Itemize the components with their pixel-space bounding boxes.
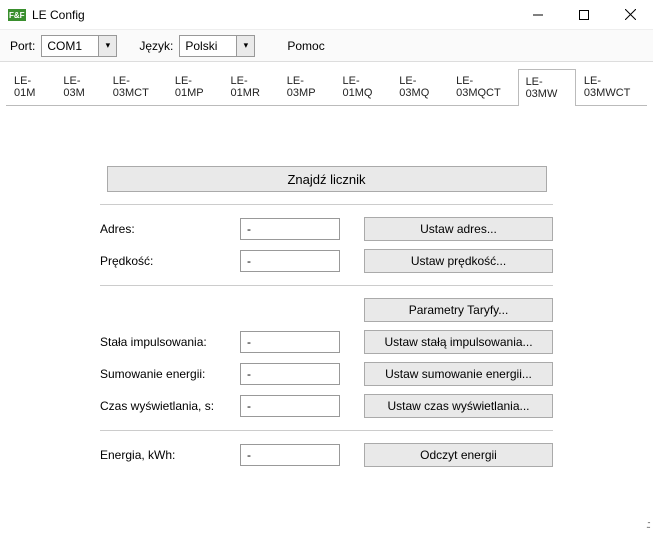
app-logo-icon: F&F — [8, 8, 26, 22]
chevron-down-icon[interactable]: ▾ — [237, 35, 255, 57]
pulse-const-label: Stała impulsowania: — [100, 335, 230, 349]
display-time-input[interactable] — [240, 395, 340, 417]
row-pulse-const: Stała impulsowania: Ustaw stałą impulsow… — [100, 330, 553, 354]
row-display-time: Czas wyświetlania, s: Ustaw czas wyświet… — [100, 394, 553, 418]
tab-le-01mq[interactable]: LE-01MQ — [335, 68, 392, 105]
resize-grip-icon[interactable]: .:: — [646, 519, 649, 531]
window-title: LE Config — [32, 8, 85, 22]
tab-le-01mr[interactable]: LE-01MR — [223, 68, 279, 105]
help-menu[interactable]: Pomoc — [287, 39, 324, 53]
maximize-button[interactable] — [561, 0, 607, 30]
maximize-icon — [579, 10, 589, 20]
speed-label: Prędkość: — [100, 254, 230, 268]
set-pulse-const-button[interactable]: Ustaw stałą impulsowania... — [364, 330, 553, 354]
energy-sum-label: Sumowanie energii: — [100, 367, 230, 381]
row-speed: Prędkość: Ustaw prędkość... — [100, 249, 553, 273]
port-label: Port: — [10, 39, 35, 53]
port-combo[interactable]: ▾ — [41, 35, 117, 57]
toolbar: Port: ▾ Język: ▾ Pomoc — [0, 30, 653, 62]
energy-label: Energia, kWh: — [100, 448, 230, 462]
row-address: Adres: Ustaw adres... — [100, 217, 553, 241]
minimize-icon — [533, 10, 543, 20]
address-label: Adres: — [100, 222, 230, 236]
close-button[interactable] — [607, 0, 653, 30]
tab-le-03mp[interactable]: LE-03MP — [279, 68, 335, 105]
row-energy-sum: Sumowanie energii: Ustaw sumowanie energ… — [100, 362, 553, 386]
address-input[interactable] — [240, 218, 340, 240]
minimize-button[interactable] — [515, 0, 561, 30]
set-display-time-button[interactable]: Ustaw czas wyświetlania... — [364, 394, 553, 418]
tab-le-01m[interactable]: LE-01M — [6, 68, 55, 105]
chevron-down-icon[interactable]: ▾ — [99, 35, 117, 57]
tab-le-03mw[interactable]: LE-03MW — [518, 69, 576, 106]
tariff-params-button[interactable]: Parametry Taryfy... — [364, 298, 553, 322]
separator — [100, 204, 553, 205]
energy-input[interactable] — [240, 444, 340, 466]
row-energy: Energia, kWh: Odczyt energii — [100, 443, 553, 467]
tab-le-03mq[interactable]: LE-03MQ — [391, 68, 448, 105]
tab-le-03m[interactable]: LE-03M — [55, 68, 104, 105]
display-time-label: Czas wyświetlania, s: — [100, 399, 230, 413]
tab-le-01mp[interactable]: LE-01MP — [167, 68, 223, 105]
set-address-button[interactable]: Ustaw adres... — [364, 217, 553, 241]
separator — [100, 430, 553, 431]
tab-strip: LE-01M LE-03M LE-03MCT LE-01MP LE-01MR L… — [0, 62, 653, 105]
energy-sum-input[interactable] — [240, 363, 340, 385]
set-energy-sum-button[interactable]: Ustaw sumowanie energii... — [364, 362, 553, 386]
svg-text:F&F: F&F — [9, 11, 25, 20]
tab-le-03mqct[interactable]: LE-03MQCT — [448, 68, 517, 105]
read-energy-button[interactable]: Odczyt energii — [364, 443, 553, 467]
pulse-const-input[interactable] — [240, 331, 340, 353]
set-speed-button[interactable]: Ustaw prędkość... — [364, 249, 553, 273]
row-tariff: Parametry Taryfy... — [100, 298, 553, 322]
find-meter-button[interactable]: Znajdź licznik — [107, 166, 547, 192]
port-input[interactable] — [41, 35, 99, 57]
speed-input[interactable] — [240, 250, 340, 272]
tab-panel: Znajdź licznik Adres: Ustaw adres... Prę… — [0, 106, 653, 485]
language-input[interactable] — [179, 35, 237, 57]
tab-le-03mwct[interactable]: LE-03MWCT — [576, 68, 647, 105]
language-label: Język: — [139, 39, 173, 53]
separator — [100, 285, 553, 286]
language-combo[interactable]: ▾ — [179, 35, 255, 57]
tab-le-03mct[interactable]: LE-03MCT — [105, 68, 167, 105]
title-bar: F&F LE Config — [0, 0, 653, 30]
close-icon — [625, 9, 636, 20]
